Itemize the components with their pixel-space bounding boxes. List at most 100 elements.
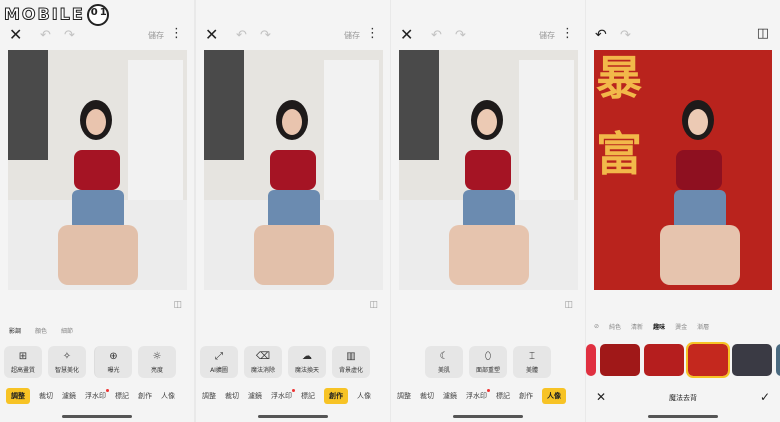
- subtab-detail[interactable]: 細節: [61, 326, 73, 335]
- tool-label: 超高畫質: [10, 367, 35, 374]
- nav-adjust[interactable]: 調整: [397, 391, 411, 401]
- home-indicator: [648, 415, 718, 418]
- tool-label: 美體: [525, 367, 538, 374]
- bg-tab-fun[interactable]: 趣味: [653, 322, 665, 331]
- close-icon[interactable]: ✕: [205, 26, 218, 44]
- tool-skin[interactable]: ☾ 美肌: [425, 346, 463, 378]
- confirm-icon[interactable]: ✓: [760, 390, 770, 404]
- tool-magic-erase[interactable]: ⌫ 魔法消除: [244, 346, 282, 378]
- save-button[interactable]: 儲存: [539, 30, 555, 41]
- bottom-nav: 調整 裁切 濾鏡 浮水印 標記 創作 人像: [202, 388, 371, 404]
- subtab-color[interactable]: 顏色: [35, 326, 47, 335]
- nav-markup[interactable]: 標記: [496, 391, 510, 401]
- nav-filter[interactable]: 濾鏡: [443, 391, 457, 401]
- compare-icon[interactable]: ◫: [369, 300, 378, 310]
- bg-category-tabs: ⊘ 純色 清新 趣味 燙金 漸層: [594, 322, 709, 331]
- photo-placeholder: [204, 50, 383, 290]
- more-icon[interactable]: ⋮: [561, 26, 574, 41]
- nav-crop[interactable]: 裁切: [39, 391, 53, 401]
- nav-crop[interactable]: 裁切: [225, 391, 239, 401]
- bg-swatch[interactable]: [776, 344, 780, 376]
- undo-icon[interactable]: ↶: [236, 28, 247, 43]
- photo-placeholder: [8, 50, 187, 290]
- tool-label: 魔法消除: [250, 367, 275, 374]
- bg-swatch[interactable]: [732, 344, 772, 376]
- photo-canvas[interactable]: [399, 50, 578, 290]
- nav-filter[interactable]: 濾鏡: [62, 391, 76, 401]
- body-icon: ⌶: [529, 351, 535, 362]
- redo-icon[interactable]: ↷: [455, 28, 466, 43]
- nav-portrait[interactable]: 人像: [161, 391, 175, 401]
- bg-swatch-selected[interactable]: [686, 342, 730, 378]
- top-bar: ✕ ↶ ↷ 儲存 ⋮: [391, 26, 585, 46]
- photo-canvas[interactable]: 暴 富: [594, 50, 772, 290]
- bg-tab-gold[interactable]: 燙金: [675, 322, 687, 331]
- mobile01-logo: MOBILE: [4, 4, 164, 32]
- bg-swatch[interactable]: [600, 344, 640, 376]
- tool-label: 面部重塑: [475, 367, 500, 374]
- panel-portrait: ✕ ↶ ↷ 儲存 ⋮ ◫ ☾ 美肌 ⬯ 面部重塑 ⌶ 美體 調整 裁切 濾鏡 浮…: [391, 0, 585, 422]
- blur-icon: ▥: [346, 351, 356, 362]
- expand-icon: ⤢: [215, 351, 223, 362]
- tool-super-quality[interactable]: ⊞ 超高畫質: [4, 346, 42, 378]
- tool-sky-replace[interactable]: ☁ 魔法換天: [288, 346, 326, 378]
- photo-canvas[interactable]: [8, 50, 187, 290]
- nav-create[interactable]: 創作: [138, 391, 152, 401]
- tool-smart-beautify[interactable]: ✧ 智慧美化: [48, 346, 86, 378]
- eraser-icon: ⌫: [255, 351, 271, 362]
- undo-icon[interactable]: ↶: [431, 28, 442, 43]
- tool-label: 魔法換天: [294, 367, 319, 374]
- photo-canvas[interactable]: [204, 50, 383, 290]
- sun-icon: ☼: [152, 351, 162, 362]
- tool-exposure[interactable]: ⊕ 曝光: [94, 346, 132, 378]
- undo-icon[interactable]: ↶: [595, 26, 607, 44]
- more-icon[interactable]: ⋮: [170, 26, 183, 41]
- tool-title: 魔法去背: [669, 394, 697, 402]
- panel-create: ✕ ↶ ↷ 儲存 ⋮ ◫ ⤢ AI擴圖 ⌫ 魔法消除 ☁ 魔法換天 ▥ 背景虛化…: [196, 0, 390, 422]
- close-icon[interactable]: ✕: [400, 26, 413, 44]
- nav-watermark[interactable]: 浮水印: [271, 389, 295, 401]
- nav-adjust[interactable]: 調整: [6, 388, 30, 404]
- nav-adjust[interactable]: 調整: [202, 391, 216, 401]
- logo-text: MOBILE: [4, 4, 85, 24]
- no-bg-icon[interactable]: ⊘: [594, 323, 599, 330]
- nav-watermark[interactable]: 浮水印: [466, 389, 490, 401]
- top-bar: ✕ ↶ ↷ 儲存 ⋮: [196, 26, 390, 46]
- nav-portrait[interactable]: 人像: [542, 388, 566, 404]
- subtab-tone[interactable]: 影調: [9, 326, 21, 335]
- tool-bg-blur[interactable]: ▥ 背景虛化: [332, 346, 370, 378]
- tool-ai-expand[interactable]: ⤢ AI擴圖: [200, 346, 238, 378]
- tool-label: 背景虛化: [338, 367, 363, 374]
- tool-face-reshape[interactable]: ⬯ 面部重塑: [469, 346, 507, 378]
- bg-sticker-text-2: 富: [596, 127, 642, 181]
- compare-icon[interactable]: ◫: [564, 300, 573, 310]
- compare-icon[interactable]: ◫: [757, 26, 769, 41]
- nav-create[interactable]: 創作: [519, 391, 533, 401]
- bg-tab-fresh[interactable]: 清新: [631, 322, 643, 331]
- more-icon[interactable]: ⋮: [366, 26, 379, 41]
- bg-swatch[interactable]: [644, 344, 684, 376]
- bg-tab-gradient[interactable]: 漸層: [697, 322, 709, 331]
- compare-icon[interactable]: ◫: [173, 300, 182, 310]
- nav-markup[interactable]: 標記: [115, 391, 129, 401]
- tool-strip: ⊞ 超高畫質 ✧ 智慧美化 ⊕ 曝光 ☼ 亮度: [4, 346, 176, 378]
- bg-sticker-text-1: 暴: [596, 51, 642, 105]
- tool-body[interactable]: ⌶ 美體: [513, 346, 551, 378]
- exposure-icon: ⊕: [109, 351, 118, 362]
- bg-tab-solid[interactable]: 純色: [609, 322, 621, 331]
- nav-create[interactable]: 創作: [324, 388, 348, 404]
- bg-swatch[interactable]: [586, 344, 596, 376]
- redo-icon[interactable]: ↷: [260, 28, 271, 43]
- nav-watermark[interactable]: 浮水印: [85, 389, 109, 401]
- bg-swatches: [586, 342, 780, 378]
- save-button[interactable]: 儲存: [344, 30, 360, 41]
- tool-label: 美肌: [437, 367, 450, 374]
- redo-icon[interactable]: ↷: [620, 28, 631, 43]
- nav-crop[interactable]: 裁切: [420, 391, 434, 401]
- screenshot-collage: MOBILE ✕ ↶ ↷ 儲存 ⋮ ◫ 影調 顏色: [0, 0, 780, 422]
- bottom-nav: 調整 裁切 濾鏡 浮水印 標記 創作 人像: [397, 388, 566, 404]
- tool-brightness[interactable]: ☼ 亮度: [138, 346, 176, 378]
- nav-portrait[interactable]: 人像: [357, 391, 371, 401]
- nav-markup[interactable]: 標記: [301, 391, 315, 401]
- nav-filter[interactable]: 濾鏡: [248, 391, 262, 401]
